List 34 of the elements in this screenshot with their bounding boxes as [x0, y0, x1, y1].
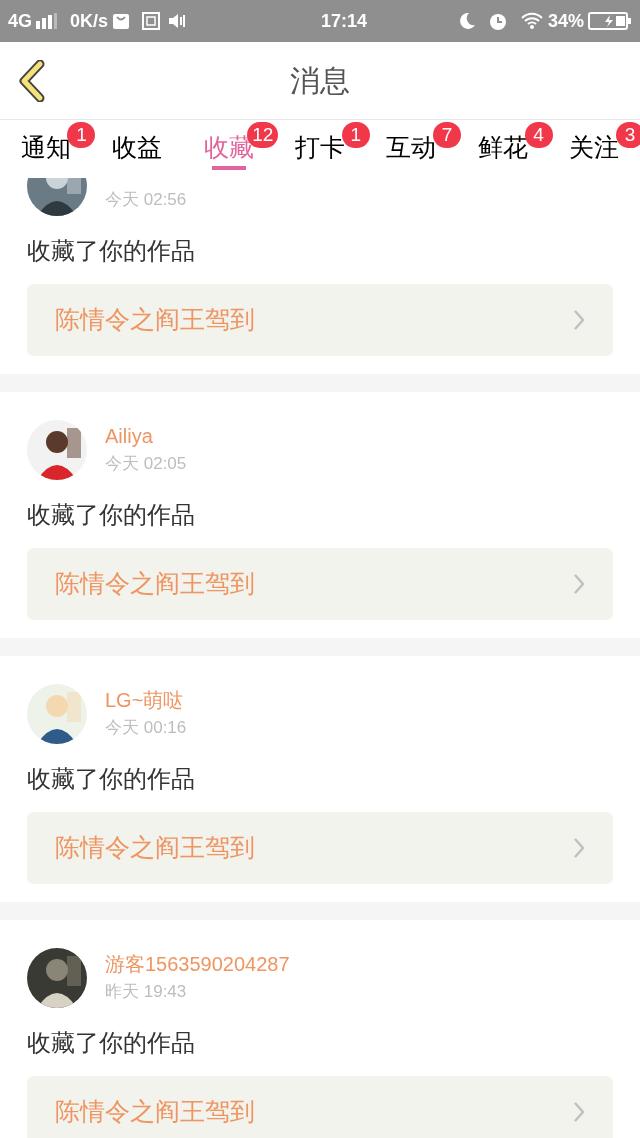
signal-icon: [36, 13, 58, 29]
moon-icon: [457, 12, 476, 30]
battery-percent: 34%: [547, 9, 584, 33]
message-text: 收藏了你的作品: [27, 764, 196, 794]
work-link[interactable]: 陈情令之阎王驾到: [27, 1076, 613, 1138]
user-name[interactable]: Ailiya: [105, 422, 187, 450]
message-time: 今天 00:16: [105, 717, 187, 739]
tab-underline: [211, 166, 246, 170]
work-link[interactable]: 陈情令之阎王驾到: [27, 284, 613, 356]
bag-icon: [112, 12, 131, 30]
user-name[interactable]: 游客1563590204287: [105, 950, 290, 978]
wifi-icon: [519, 12, 544, 30]
app-icon: [142, 12, 161, 30]
message-text: 收藏了你的作品: [27, 1028, 196, 1058]
clock: 17:14: [320, 9, 368, 33]
message-text: 收藏了你的作品: [27, 236, 196, 266]
user-name[interactable]: LG~萌哒: [105, 686, 187, 714]
chevron-right-icon: [573, 837, 585, 859]
chevron-right-icon: [573, 573, 585, 595]
chevron-right-icon: [573, 1101, 585, 1123]
message-time: 今天 02:56: [105, 189, 187, 211]
chevron-right-icon: [573, 309, 585, 331]
page-title: 消息: [290, 63, 350, 99]
alarm-icon: [487, 11, 508, 31]
message-text: 收藏了你的作品: [27, 500, 196, 530]
count-badge: 7: [433, 122, 462, 148]
tab[interactable]: 收益: [112, 132, 163, 162]
message-time: 昨天 19:43: [105, 981, 188, 1003]
message-time: 今天 02:05: [105, 453, 187, 475]
network-speed: 0K/s: [70, 9, 109, 33]
work-link[interactable]: 陈情令之阎王驾到: [27, 548, 613, 620]
network-type: 4G: [8, 9, 32, 33]
battery-icon: [588, 11, 632, 31]
work-link[interactable]: 陈情令之阎王驾到: [27, 812, 613, 884]
